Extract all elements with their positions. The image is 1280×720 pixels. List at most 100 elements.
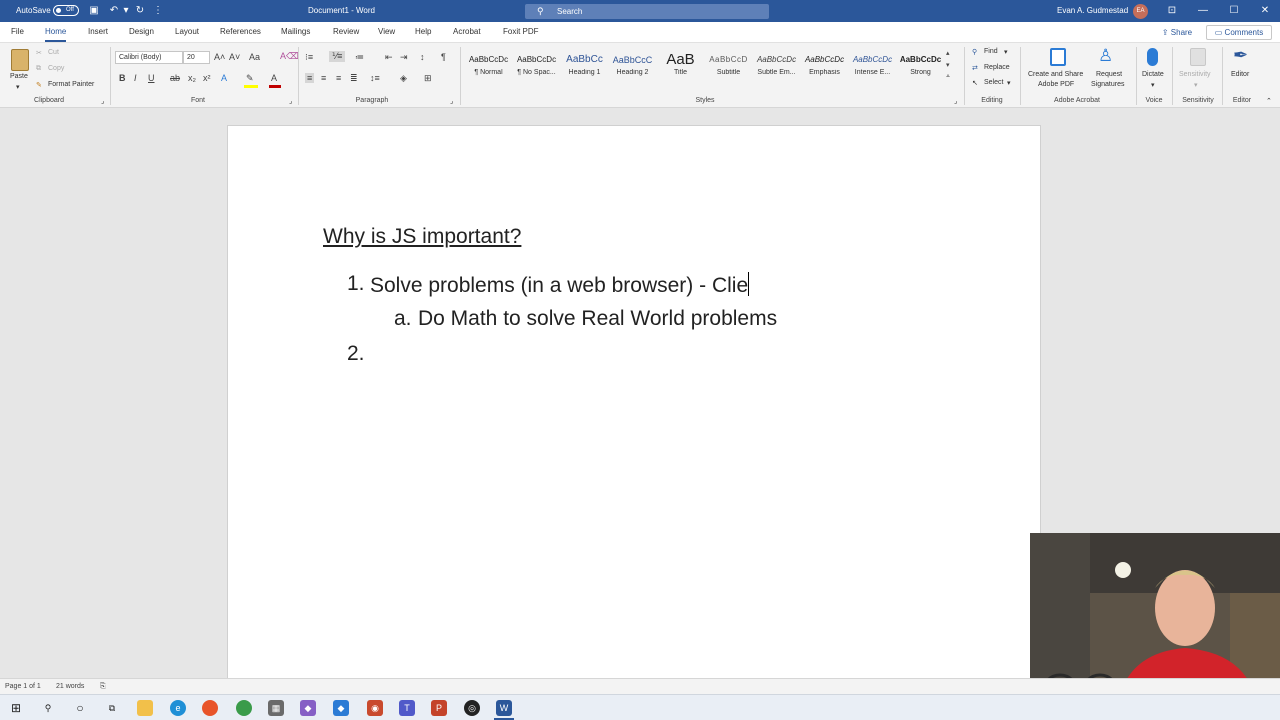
- sensitivity-button[interactable]: Sensitivity: [1179, 71, 1211, 78]
- create-share-pdf-line2[interactable]: Adobe PDF: [1038, 81, 1074, 88]
- tab-design[interactable]: Design: [129, 22, 154, 42]
- tab-help[interactable]: Help: [415, 22, 431, 42]
- create-share-pdf-line1[interactable]: Create and Share: [1028, 71, 1083, 78]
- microphone-icon[interactable]: [1147, 48, 1158, 66]
- undo-dropdown-icon[interactable]: ▾: [120, 5, 132, 17]
- tab-references[interactable]: References: [220, 22, 261, 42]
- avatar[interactable]: EA: [1133, 4, 1148, 19]
- strikethrough-icon[interactable]: ab: [170, 73, 180, 83]
- font-name-dropdown[interactable]: Calibri (Body): [115, 51, 183, 64]
- vs-code-icon[interactable]: ◆: [333, 700, 349, 716]
- chrome-icon[interactable]: [236, 700, 252, 716]
- style-heading-1[interactable]: AaBbCc Heading 1: [561, 51, 608, 83]
- style-no-spacing[interactable]: AaBbCcDc ¶ No Spac...: [513, 51, 560, 83]
- tab-view[interactable]: View: [378, 22, 395, 42]
- share-button[interactable]: ⇪ Share: [1155, 25, 1199, 40]
- style-normal[interactable]: AaBbCcDc ¶ Normal: [465, 51, 512, 83]
- paragraph-launcher-icon[interactable]: ⌟: [450, 97, 453, 105]
- editor-button[interactable]: Editor: [1231, 71, 1249, 78]
- redo-icon[interactable]: ↻: [134, 5, 146, 17]
- dictate-dropdown-icon[interactable]: ▾: [1151, 81, 1155, 89]
- search-icon[interactable]: ⚲: [40, 700, 56, 716]
- font-size-dropdown[interactable]: 20: [183, 51, 210, 64]
- tab-foxit-pdf[interactable]: Foxit PDF: [503, 22, 539, 42]
- user-name[interactable]: Evan A. Gudmestad: [1057, 0, 1128, 22]
- dictate-button[interactable]: Dictate: [1142, 71, 1164, 78]
- styles-scroll-up-icon[interactable]: ▴: [946, 49, 950, 57]
- visual-studio-icon[interactable]: ◆: [300, 700, 316, 716]
- style-strong[interactable]: AaBbCcDc Strong: [897, 51, 944, 83]
- change-case-icon[interactable]: Aa: [249, 52, 260, 62]
- borders-icon[interactable]: ⊞: [424, 73, 432, 84]
- multilevel-list-icon[interactable]: ≔: [355, 52, 364, 63]
- obs-icon[interactable]: ◎: [464, 700, 480, 716]
- tab-layout[interactable]: Layout: [175, 22, 199, 42]
- search-box[interactable]: ⚲ Search: [525, 4, 769, 19]
- text-effects-icon[interactable]: A: [221, 73, 227, 83]
- style-subtle-emphasis[interactable]: AaBbCcDc Subtle Em...: [753, 51, 800, 83]
- proofing-icon[interactable]: ⎘: [100, 679, 106, 695]
- task-view-icon[interactable]: ⧉: [104, 700, 120, 716]
- sort-icon[interactable]: ↕: [420, 52, 425, 62]
- ribbon-display-options-icon[interactable]: ⊡: [1157, 0, 1187, 22]
- shrink-font-icon[interactable]: A˅: [229, 52, 240, 62]
- collapse-ribbon-icon[interactable]: ⌃: [1266, 97, 1272, 105]
- save-icon[interactable]: ▣: [88, 5, 100, 17]
- customize-qat-icon[interactable]: ⋮: [152, 5, 164, 17]
- firefox-icon[interactable]: [202, 700, 218, 716]
- show-formatting-marks-icon[interactable]: ¶: [441, 52, 446, 62]
- find-button[interactable]: Find: [984, 48, 998, 55]
- undo-icon[interactable]: ↶: [108, 5, 120, 17]
- select-dropdown-icon[interactable]: ▾: [1007, 79, 1011, 87]
- maximize-button[interactable]: ☐: [1219, 0, 1249, 22]
- close-button[interactable]: ✕: [1250, 0, 1280, 22]
- decrease-indent-icon[interactable]: ⇤: [385, 52, 393, 63]
- request-signatures-line1[interactable]: Request: [1096, 71, 1122, 78]
- request-signatures-line2[interactable]: Signatures: [1091, 81, 1124, 88]
- request-signatures-icon[interactable]: ♙: [1098, 46, 1113, 66]
- windows-start-icon[interactable]: ⊞: [8, 700, 24, 716]
- styles-more-icon[interactable]: ⩡: [946, 73, 950, 81]
- align-left-icon[interactable]: ≡: [305, 73, 315, 83]
- list-sub-item-text[interactable]: Do Math to solve Real World problems: [418, 307, 777, 331]
- increase-indent-icon[interactable]: ⇥: [400, 52, 408, 63]
- style-intense-emphasis[interactable]: AaBbCcDc Intense E...: [849, 51, 896, 83]
- word-icon[interactable]: W: [496, 700, 512, 716]
- calculator-icon[interactable]: ▦: [268, 700, 284, 716]
- edge-icon[interactable]: e: [170, 700, 186, 716]
- underline-button[interactable]: U: [148, 73, 155, 83]
- style-heading-2[interactable]: AaBbCcC Heading 2: [609, 51, 656, 83]
- justify-icon[interactable]: ≣: [350, 73, 358, 84]
- font-launcher-icon[interactable]: ⌟: [289, 97, 292, 105]
- document-page[interactable]: Why is JS important? 1. Solve problems (…: [227, 125, 1041, 685]
- autosave-toggle[interactable]: Off: [53, 5, 79, 16]
- paste-icon[interactable]: [11, 49, 29, 71]
- bullets-icon[interactable]: ⁝≡: [305, 52, 313, 63]
- word-count[interactable]: 21 words: [56, 679, 84, 695]
- style-subtitle[interactable]: AaBbCcD Subtitle: [705, 51, 752, 83]
- tab-insert[interactable]: Insert: [88, 22, 108, 42]
- superscript-icon[interactable]: x²: [203, 73, 211, 83]
- subscript-icon[interactable]: x₂: [188, 73, 196, 83]
- tab-acrobat[interactable]: Acrobat: [453, 22, 481, 42]
- powerpoint-icon[interactable]: P: [431, 700, 447, 716]
- styles-launcher-icon[interactable]: ⌟: [954, 97, 957, 105]
- grow-font-icon[interactable]: A˄: [214, 52, 225, 62]
- find-dropdown-icon[interactable]: ▾: [1004, 48, 1008, 56]
- cortana-icon[interactable]: ○: [72, 700, 88, 716]
- styles-scroll-down-icon[interactable]: ▾: [946, 61, 950, 69]
- tab-file[interactable]: File: [11, 22, 24, 42]
- cut-button[interactable]: Cut: [48, 49, 59, 56]
- align-right-icon[interactable]: ≡: [336, 73, 341, 83]
- paste-button[interactable]: Paste: [10, 73, 28, 80]
- line-spacing-icon[interactable]: ↕≡: [370, 73, 380, 83]
- paste-dropdown-icon[interactable]: ▾: [16, 83, 20, 91]
- teams-icon[interactable]: T: [399, 700, 415, 716]
- style-title[interactable]: AaB Title: [657, 51, 704, 83]
- sensitivity-dropdown-icon[interactable]: ▾: [1194, 81, 1198, 89]
- camera-app-icon[interactable]: ◉: [367, 700, 383, 716]
- tab-home[interactable]: Home: [45, 22, 67, 42]
- shading-icon[interactable]: ◈: [400, 73, 407, 84]
- create-pdf-icon[interactable]: [1050, 48, 1066, 66]
- format-painter-button[interactable]: Format Painter: [48, 81, 94, 88]
